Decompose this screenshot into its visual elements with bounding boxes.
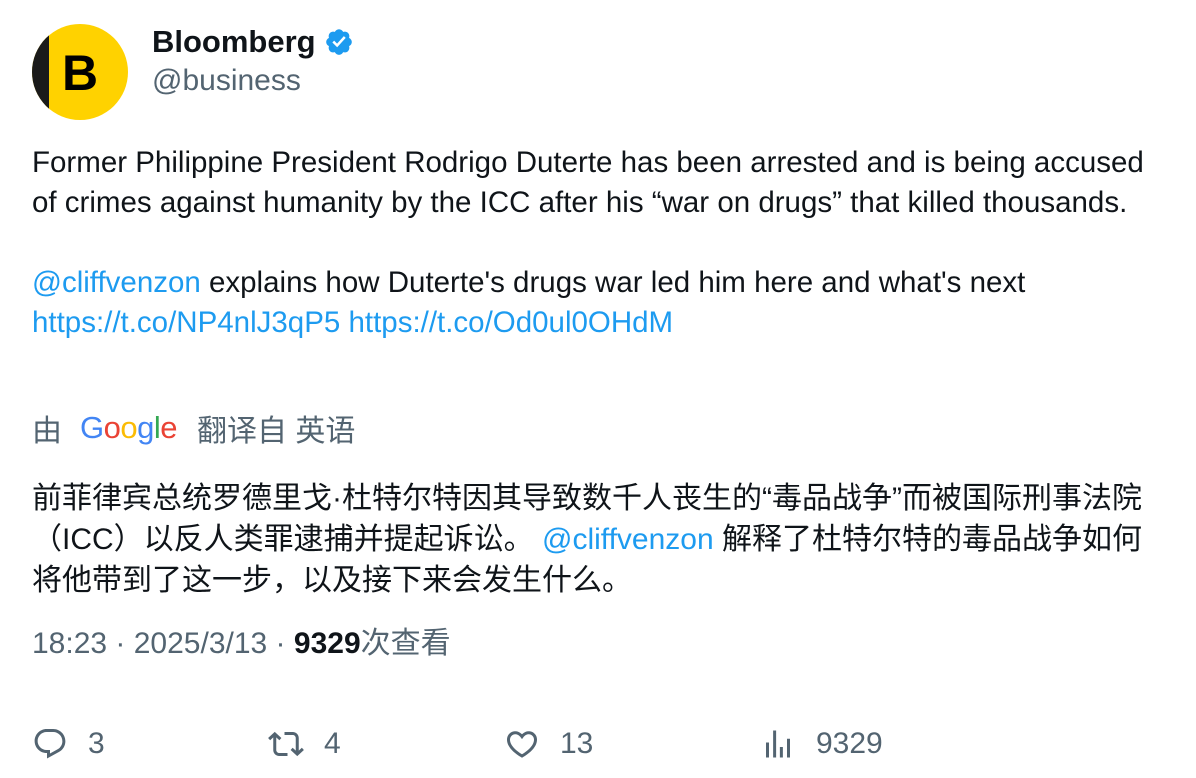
- reply-button[interactable]: 3: [32, 714, 105, 774]
- meta-separator-2: ·: [267, 627, 294, 660]
- google-logo-icon: Google: [80, 410, 178, 445]
- translated-mention-link[interactable]: @cliffvenzon: [542, 523, 714, 556]
- tweet-paragraph-2: @cliffvenzon explains how Duterte's drug…: [32, 263, 1164, 343]
- tweet: B Bloomberg @business Former Philippine …: [32, 24, 1164, 760]
- views-action-count: 9329: [816, 727, 883, 760]
- views-button[interactable]: 9329: [760, 714, 883, 774]
- translation-attribution: 由 Google 翻译自 英语: [32, 408, 355, 448]
- tweet-header: B Bloomberg @business: [32, 24, 1164, 120]
- like-button[interactable]: 13: [504, 714, 593, 774]
- verified-badge-icon[interactable]: [324, 27, 354, 57]
- url-link-2[interactable]: https://t.co/Od0ul0OHdM: [348, 306, 673, 339]
- url-link-1[interactable]: https://t.co/NP4nlJ3qP5: [32, 306, 340, 339]
- action-bar: 3 4 13 9329: [32, 714, 1164, 774]
- retweet-count: 4: [324, 727, 341, 760]
- bloomberg-logo-icon: B: [32, 24, 128, 120]
- tweet-paragraph-1: Former Philippine President Rodrigo Dute…: [32, 146, 1144, 219]
- retweet-button[interactable]: 4: [268, 714, 341, 774]
- tweet-metadata: 18:23 · 2025/3/13 · 9329次查看: [32, 624, 451, 664]
- heart-icon: [506, 731, 538, 758]
- author-info: Bloomberg @business: [152, 24, 354, 98]
- like-count: 13: [560, 727, 594, 760]
- analytics-icon: [766, 730, 790, 758]
- reply-icon: [34, 729, 66, 759]
- mention-link[interactable]: @cliffvenzon: [32, 266, 201, 299]
- retweet-icon: [268, 731, 304, 757]
- meta-separator-1: ·: [107, 627, 134, 660]
- translated-text: 前菲律宾总统罗德里戈·杜特尔特因其导致数千人丧生的“毒品战争”而被国际刑事法院（…: [32, 478, 1164, 601]
- translated-by-label: 由: [32, 415, 62, 448]
- views-count: 9329: [293, 627, 361, 660]
- reply-count: 3: [88, 727, 105, 760]
- display-name[interactable]: Bloomberg: [152, 24, 316, 60]
- tweet-time[interactable]: 18:23: [32, 627, 107, 660]
- tweet-date[interactable]: 2025/3/13: [134, 627, 267, 660]
- tweet-text: Former Philippine President Rodrigo Dute…: [32, 143, 1164, 343]
- user-handle[interactable]: @business: [152, 64, 354, 98]
- translated-from-label: 翻译自 英语: [197, 415, 356, 448]
- name-row: Bloomberg: [152, 24, 354, 60]
- avatar[interactable]: B: [32, 24, 128, 120]
- avatar-letter: B: [62, 45, 98, 101]
- views-label: 次查看: [360, 627, 451, 660]
- tweet-paragraph-2-text: explains how Duterte's drugs war led him…: [200, 266, 1026, 299]
